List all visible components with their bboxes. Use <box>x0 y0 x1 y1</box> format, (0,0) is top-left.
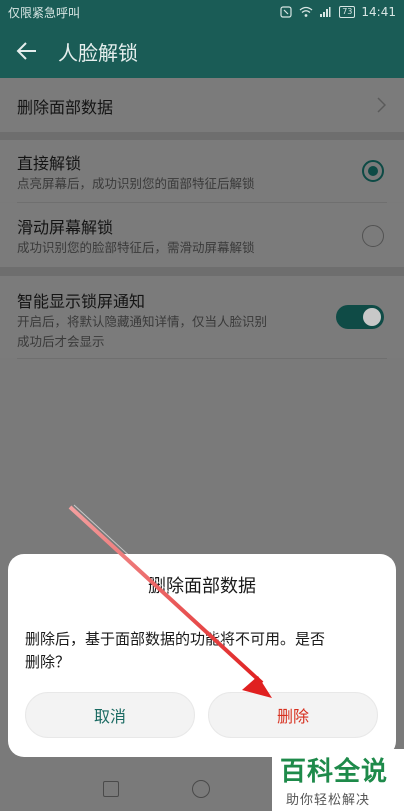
radio-selected-icon[interactable] <box>362 160 384 182</box>
dialog-message: 删除后，基于面部数据的功能将不可用。是否 删除？ <box>25 628 379 674</box>
dialog-message-line2: 删除？ <box>25 653 71 671</box>
battery-icon: 73 <box>339 6 356 18</box>
watermark-subtitle: 助你轻松解决 <box>286 793 371 808</box>
smart-notify-item[interactable]: 智能显示锁屏通知 开启后，将默认隐藏通知详情，仅当人脸识别 成功后才会显示 <box>0 276 404 358</box>
dialog-title: 删除面部数据 <box>148 576 256 597</box>
swipe-unlock-label: 滑动屏幕解锁 <box>17 218 114 237</box>
smart-notify-desc-line2: 成功后才会显示 <box>17 334 105 349</box>
watermark-logo: 百科全说 助你轻松解决 <box>272 749 404 811</box>
cancel-button[interactable]: 取消 <box>25 692 195 738</box>
signal-icon <box>319 6 333 18</box>
smart-notify-toggle[interactable] <box>336 305 384 329</box>
delete-button[interactable]: 删除 <box>208 692 378 738</box>
direct-unlock-label: 直接解锁 <box>17 154 82 173</box>
wifi-icon <box>299 6 313 18</box>
dialog-message-line1: 删除后，基于面部数据的功能将不可用。是否 <box>25 630 326 648</box>
radio-unselected-icon[interactable] <box>362 225 384 247</box>
page-title: 人脸解锁 <box>58 40 138 65</box>
arrow-left-icon[interactable] <box>0 24 54 78</box>
chevron-right-icon <box>377 97 387 117</box>
direct-unlock-desc: 点亮屏幕后，成功识别您的面部特征后解锁 <box>17 176 255 191</box>
clock: 14:41 <box>361 5 396 19</box>
section-separator <box>0 267 404 276</box>
swipe-unlock-item[interactable]: 滑动屏幕解锁 成功识别您的脸部特征后，需滑动屏幕解锁 <box>0 203 404 267</box>
direct-unlock-item[interactable]: 直接解锁 点亮屏幕后，成功识别您的面部特征后解锁 <box>0 140 404 202</box>
delete-dialog: 删除面部数据 删除后，基于面部数据的功能将不可用。是否 删除？ 取消 删除 <box>8 554 396 757</box>
nfc-icon <box>279 6 293 18</box>
delete-face-data-item[interactable]: 删除面部数据 <box>0 78 404 132</box>
section-separator <box>0 132 404 140</box>
delete-face-data-label: 删除面部数据 <box>17 98 114 117</box>
toggle-knob <box>363 308 381 326</box>
home-icon[interactable] <box>192 780 210 798</box>
smart-notify-desc-line1: 开启后，将默认隐藏通知详情，仅当人脸识别 <box>17 314 268 329</box>
watermark-title: 百科全说 <box>280 757 389 787</box>
carrier-text: 仅限紧急呼叫 <box>8 5 81 20</box>
status-bar: 仅限紧急呼叫 73 14:41 <box>0 0 404 24</box>
swipe-unlock-desc: 成功识别您的脸部特征后，需滑动屏幕解锁 <box>17 240 255 255</box>
smart-notify-label: 智能显示锁屏通知 <box>17 292 146 311</box>
divider <box>17 358 387 359</box>
recents-icon[interactable] <box>103 781 119 797</box>
app-bar: 人脸解锁 <box>0 24 404 78</box>
